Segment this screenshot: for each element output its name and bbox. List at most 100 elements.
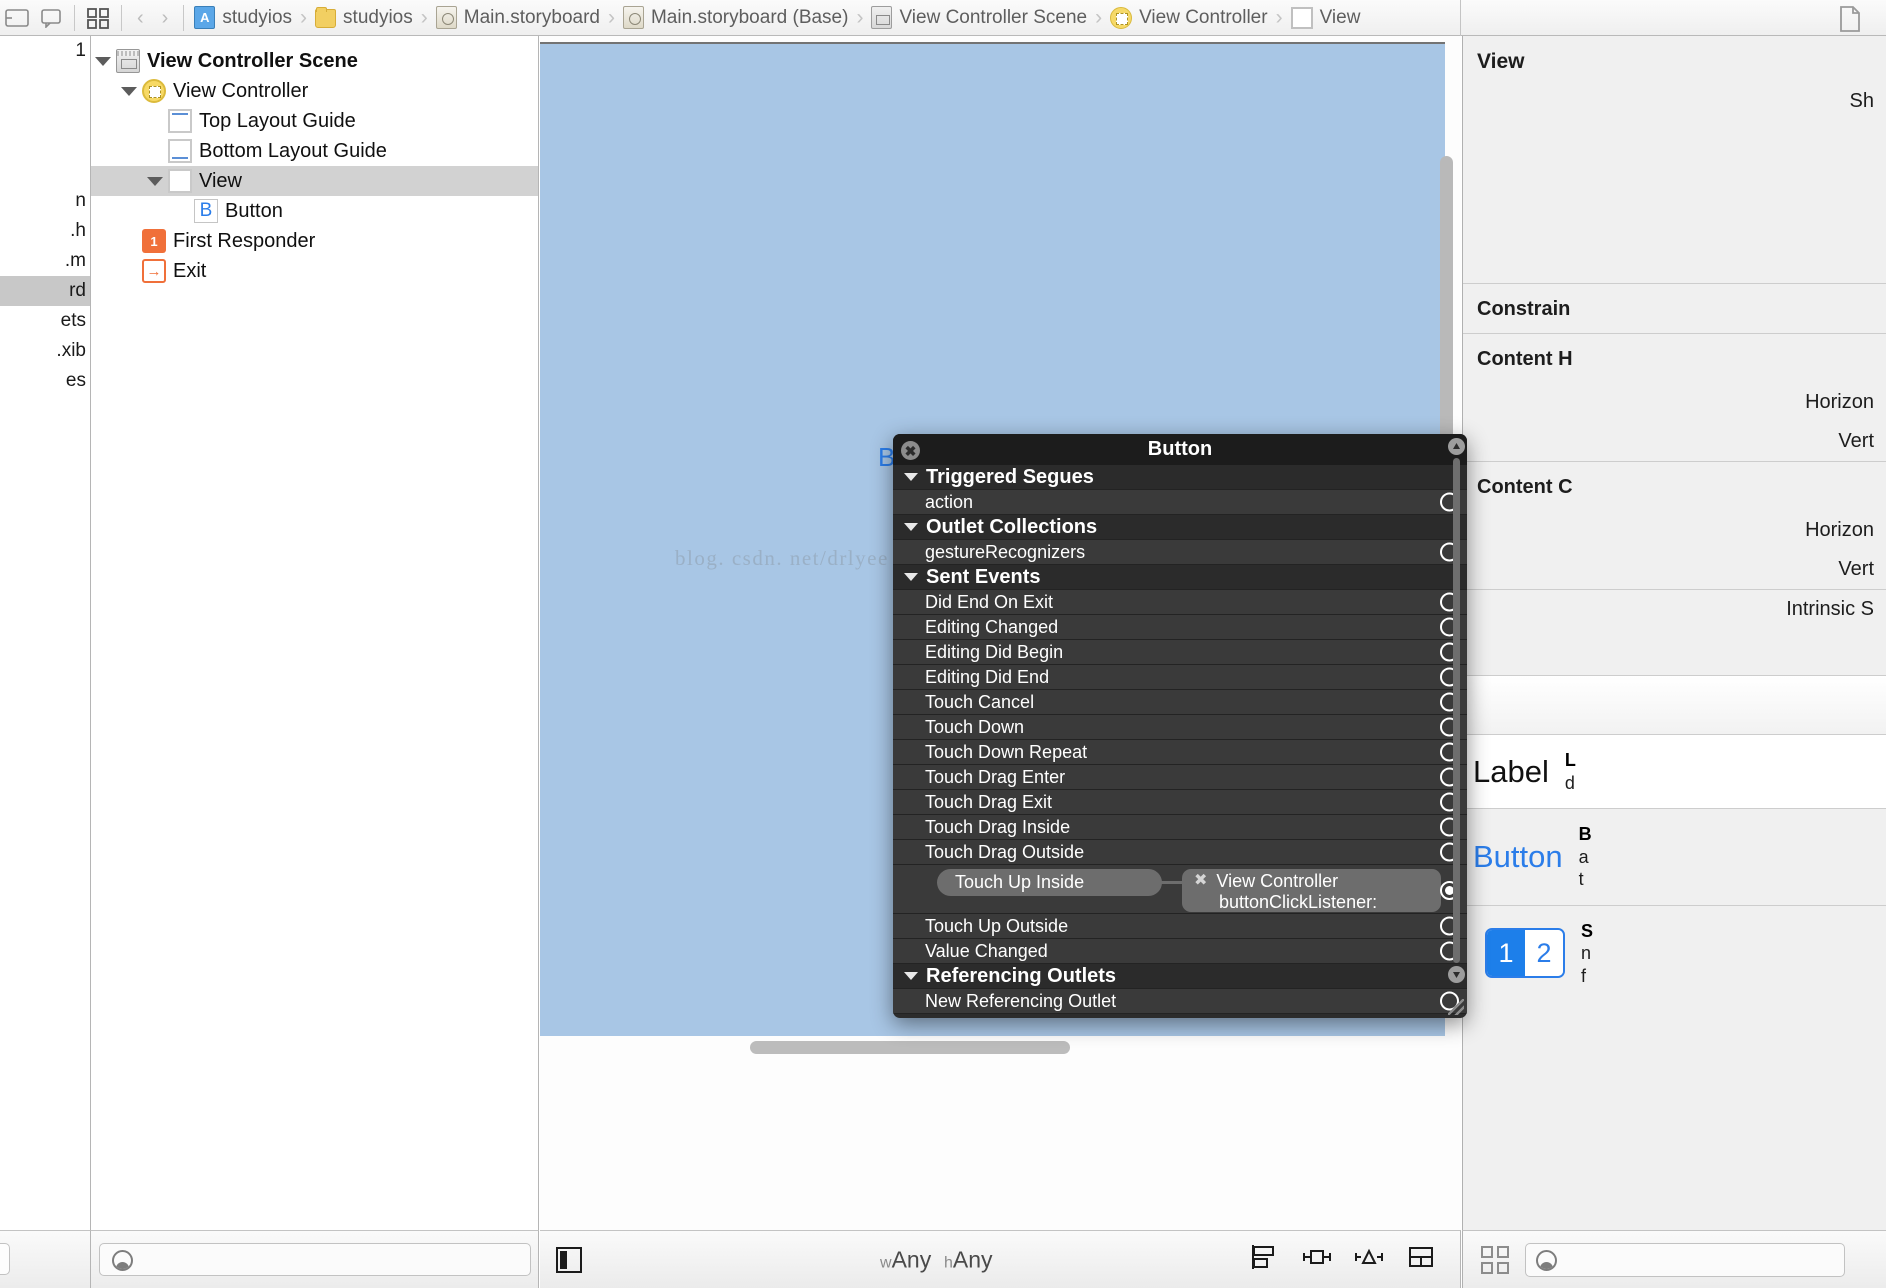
outline-row-view[interactable]: View (91, 166, 538, 196)
connection-row-touch-down[interactable]: Touch Down (893, 715, 1467, 740)
outline-row-exit[interactable]: → Exit (91, 256, 538, 286)
scrollbar-track[interactable] (1453, 458, 1460, 963)
resize-grip[interactable] (1448, 999, 1464, 1015)
pin-icon[interactable] (1302, 1244, 1332, 1275)
connection-target-action: buttonClickListener: (1219, 892, 1378, 913)
close-icon[interactable]: ✖ (901, 441, 920, 460)
navigator-row[interactable] (0, 66, 90, 96)
outline-row-view-controller-scene[interactable]: View Controller Scene (91, 46, 538, 76)
breadcrumb-item-0[interactable]: studyios (194, 0, 292, 35)
disclosure-triangle-icon[interactable] (95, 56, 111, 66)
connections-list[interactable]: Triggered Segues action Outlet Collections… (893, 465, 1467, 1018)
align-icon[interactable] (1250, 1244, 1280, 1275)
connection-row-touch-up-inside[interactable]: Touch Up Inside ✖ View Controller buttonCli… (893, 865, 1467, 914)
outline-row-button[interactable]: B Button (91, 196, 538, 226)
library-item-segmented-control[interactable]: 1 2 S n f (1463, 906, 1886, 1002)
scroll-up-icon[interactable] (1448, 438, 1465, 455)
navigator-filter-field[interactable] (0, 1243, 10, 1275)
disclosure-triangle-icon[interactable] (904, 473, 918, 481)
file-template-icon[interactable] (1839, 6, 1861, 37)
outline-row-bottom-layout-guide[interactable]: Bottom Layout Guide (91, 136, 538, 166)
breadcrumb-item-6[interactable]: View (1290, 0, 1361, 35)
intrinsic-size-row[interactable]: Intrinsic S (1463, 590, 1886, 629)
breadcrumb-item-2[interactable]: Main.storyboard (435, 0, 600, 35)
resolve-auto-layout-icon[interactable] (1354, 1244, 1384, 1275)
outline-row-top-layout-guide[interactable]: Top Layout Guide (91, 106, 538, 136)
canvas-horizontal-scrollbar[interactable] (750, 1041, 1070, 1054)
disclosure-triangle-icon[interactable] (904, 523, 918, 531)
project-navigator[interactable]: 1 n .h .m rd ets .xib es (0, 36, 91, 1230)
outline-row-first-responder[interactable]: 1 First Responder (91, 226, 538, 256)
connection-row-touch-drag-exit[interactable]: Touch Drag Exit (893, 790, 1467, 815)
connection-row-new-referencing-outlet[interactable]: New Referencing Outlet (893, 989, 1467, 1014)
forward-button[interactable]: › (153, 8, 178, 28)
connections-group-outlet-collections[interactable]: Outlet Collections (893, 515, 1467, 540)
inspector-filter-field[interactable] (1525, 1242, 1845, 1277)
outline-row-view-controller[interactable]: View Controller (91, 76, 538, 106)
connection-row-touch-down-repeat[interactable]: Touch Down Repeat (893, 740, 1467, 765)
document-outline[interactable]: View Controller Scene View Controller Top … (91, 36, 539, 1230)
toggle-document-outline-icon[interactable] (556, 1246, 582, 1273)
navigator-row[interactable]: es (0, 366, 90, 396)
canvas-footer-bar: wAny hAny (540, 1230, 1461, 1288)
connections-group-triggered-segues[interactable]: Triggered Segues (893, 465, 1467, 490)
breadcrumb-item-label: View (1319, 6, 1361, 28)
comment-icon[interactable] (34, 0, 68, 35)
connections-scrollbar[interactable] (1448, 438, 1465, 983)
segmented-control-preview[interactable]: 1 2 (1485, 928, 1565, 979)
connection-row-touch-cancel[interactable]: Touch Cancel (893, 690, 1467, 715)
navigator-row[interactable]: .m (0, 246, 90, 276)
outline-filter-field[interactable] (99, 1243, 531, 1276)
breadcrumb-item-1[interactable]: studyios (315, 0, 413, 35)
breadcrumb-item-4[interactable]: View Controller Scene (871, 0, 1087, 35)
toolbar-divider-3 (183, 4, 185, 31)
connections-group-sent-events[interactable]: Sent Events (893, 565, 1467, 590)
connection-row-did-end-on-exit[interactable]: Did End On Exit (893, 590, 1467, 615)
connection-target-bubble[interactable]: ✖ View Controller buttonClickListener: (1182, 869, 1441, 912)
disclosure-triangle-icon[interactable] (904, 573, 918, 581)
connection-source-pill[interactable]: Touch Up Inside (937, 869, 1162, 896)
utilities-inspector[interactable]: View Sh Constrain Content H Horizon Vert… (1462, 36, 1886, 1230)
connection-row-touch-drag-inside[interactable]: Touch Drag Inside (893, 815, 1467, 840)
library-item-segmented-title: S (1581, 920, 1594, 941)
related-items-icon[interactable] (81, 0, 115, 35)
connection-row-editing-changed[interactable]: Editing Changed (893, 615, 1467, 640)
scroll-down-icon[interactable] (1448, 966, 1465, 983)
connection-row-touch-up-outside[interactable]: Touch Up Outside (893, 914, 1467, 939)
navigator-row[interactable]: n (0, 186, 90, 216)
resizing-behavior-icon[interactable] (1406, 1244, 1436, 1275)
disconnect-icon[interactable]: ✖ (1194, 872, 1207, 891)
navigator-row[interactable]: 1 (0, 36, 90, 66)
connection-row-touch-drag-enter[interactable]: Touch Drag Enter (893, 765, 1467, 790)
breadcrumb-item-3[interactable]: Main.storyboard (Base) (622, 0, 848, 35)
connection-row-touch-drag-outside[interactable]: Touch Drag Outside (893, 840, 1467, 865)
connection-row-editing-did-end[interactable]: Editing Did End (893, 665, 1467, 690)
navigator-row[interactable] (0, 156, 90, 186)
library-item-label[interactable]: Label L d (1463, 735, 1886, 808)
connections-group-referencing-outlets[interactable]: Referencing Outlets (893, 964, 1467, 989)
connection-row-gesturerecognizers[interactable]: gestureRecognizers (893, 540, 1467, 565)
back-button[interactable]: ‹ (128, 8, 153, 28)
disclosure-triangle-icon[interactable] (121, 86, 137, 96)
outline-filter-icon (112, 1250, 133, 1271)
segment-2[interactable]: 2 (1525, 930, 1563, 977)
library-grid-icon[interactable] (1481, 1245, 1509, 1274)
library-item-button[interactable]: Button B a t (1463, 809, 1886, 905)
show-navigator-icon[interactable] (0, 0, 34, 35)
connection-row-value-changed[interactable]: Value Changed (893, 939, 1467, 964)
connection-row-action[interactable]: action (893, 490, 1467, 515)
connections-popover[interactable]: ✖ Button Triggered Segues action Outlet Co… (893, 434, 1467, 1018)
disclosure-triangle-icon[interactable] (147, 176, 163, 186)
connection-row-editing-did-begin[interactable]: Editing Did Begin (893, 640, 1467, 665)
library-item-segmented-line1: n (1581, 943, 1592, 963)
navigator-row[interactable]: ets (0, 306, 90, 336)
breadcrumb-item-5[interactable]: View Controller (1110, 0, 1268, 35)
navigator-row[interactable]: .xib (0, 336, 90, 366)
size-class-label[interactable]: wAny hAny (880, 1246, 993, 1273)
disclosure-triangle-icon[interactable] (904, 972, 918, 980)
segment-1[interactable]: 1 (1487, 930, 1525, 977)
navigator-row[interactable]: rd (0, 276, 90, 306)
navigator-row[interactable] (0, 126, 90, 156)
navigator-row[interactable] (0, 96, 90, 126)
navigator-row[interactable]: .h (0, 216, 90, 246)
